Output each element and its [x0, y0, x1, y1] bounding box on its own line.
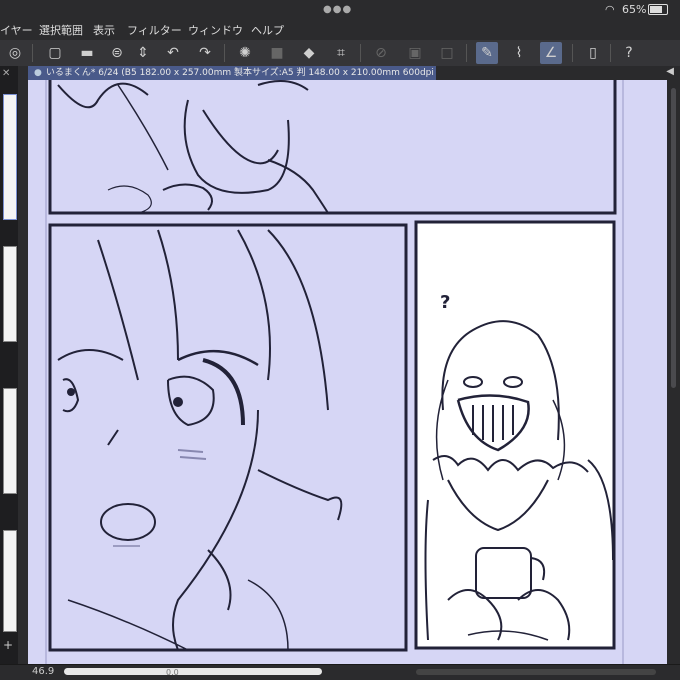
command-bar: ◎ ▢ ▬ ⊜ ⇕ ↶ ↷ ✺ ■ ◆ ⌗ ⊘ ▣ □ ✎ ⌇ ∠ ▯ ? [0, 40, 680, 67]
page-thumbnail[interactable] [3, 530, 17, 632]
page-thumbnail[interactable] [3, 246, 17, 342]
add-page-icon[interactable]: + [3, 638, 13, 652]
tab-menu-icon[interactable]: ◀ [666, 66, 674, 77]
loading-spinner-icon[interactable]: ✺ [234, 42, 256, 64]
up-down-arrows-icon[interactable]: ⇕ [132, 42, 154, 64]
tab-document[interactable]: ● いるまくん* 6/24 (B5 182.00 x 257.00mm 製本サイズ… [28, 66, 436, 80]
tab-document-label: いるまくん* 6/24 (B5 182.00 x 257.00mm 製本サイズ:… [45, 68, 436, 78]
menu-filter[interactable]: フィルター [127, 22, 182, 38]
zoom-level[interactable]: 46.9 [32, 666, 54, 677]
menu-selection[interactable]: 選択範囲 [39, 22, 83, 38]
ruler-snap-icon[interactable]: ∠ [540, 42, 562, 64]
smartphone-icon[interactable]: ▯ [582, 42, 604, 64]
brush-tool-icon[interactable]: ⌇ [508, 42, 530, 64]
new-file-icon[interactable]: ▢ [44, 42, 66, 64]
vertical-scrollbar[interactable] [667, 80, 680, 664]
document-tab-bar: ● いるまくん* 6/24 (B5 182.00 x 257.00mm 製本サイズ… [28, 66, 680, 80]
page-thumbnail-panel: ✕ + [0, 66, 18, 664]
comic-panel-left [48, 223, 408, 652]
battery-percent: 65% [622, 3, 647, 16]
page-thumbnail[interactable] [3, 94, 17, 220]
navigator-bar: 46.9 0.0 [0, 664, 680, 680]
rotation-angle[interactable]: 0.0 [166, 668, 179, 677]
help-icon[interactable]: ? [618, 42, 640, 64]
menu-window[interactable]: ウィンドウ [188, 22, 243, 38]
clear-layer-icon[interactable]: ■ [266, 42, 288, 64]
deselect-icon[interactable]: ⊘ [370, 42, 392, 64]
menu-help[interactable]: ヘルプ [251, 22, 284, 38]
comic-panel-right: ? [414, 220, 616, 650]
drawing-canvas[interactable]: ? [28, 80, 667, 664]
horizontal-scrollbar[interactable] [416, 669, 656, 675]
pen-tool-icon[interactable]: ✎ [476, 42, 498, 64]
multitasking-dots-icon[interactable]: ●●● [323, 4, 352, 15]
wifi-icon: ◠ [605, 3, 615, 16]
menu-layer[interactable]: イヤー [0, 22, 33, 38]
question-mark-text: ? [440, 292, 450, 313]
fill-bucket-icon[interactable]: ◆ [298, 42, 320, 64]
menu-bar: イヤー 選択範囲 表示 フィルター ウィンドウ ヘルプ [0, 18, 680, 41]
undo-icon[interactable]: ↶ [162, 42, 184, 64]
page-thumbnail[interactable] [3, 388, 17, 494]
comic-panel-top [48, 80, 617, 215]
save-icon[interactable]: ⊜ [106, 42, 128, 64]
manga-page-artwork: ? [45, 80, 624, 664]
app-logo-icon[interactable]: ◎ [4, 42, 26, 64]
open-folder-icon[interactable]: ▬ [76, 42, 98, 64]
collapse-panel-icon[interactable]: ✕ [2, 68, 10, 79]
zoom-slider[interactable] [64, 668, 322, 675]
battery-icon [648, 4, 668, 15]
vertical-scroll-knob[interactable] [671, 88, 676, 388]
menu-view[interactable]: 表示 [93, 22, 115, 38]
invert-selection-icon[interactable]: ▣ [404, 42, 426, 64]
redo-icon[interactable]: ↷ [194, 42, 216, 64]
selection-frame-icon[interactable]: □ [436, 42, 458, 64]
close-tab-icon[interactable]: ● [34, 68, 42, 78]
crop-icon[interactable]: ⌗ [330, 42, 352, 64]
status-bar: ●●● ◠ 65% [0, 0, 680, 18]
